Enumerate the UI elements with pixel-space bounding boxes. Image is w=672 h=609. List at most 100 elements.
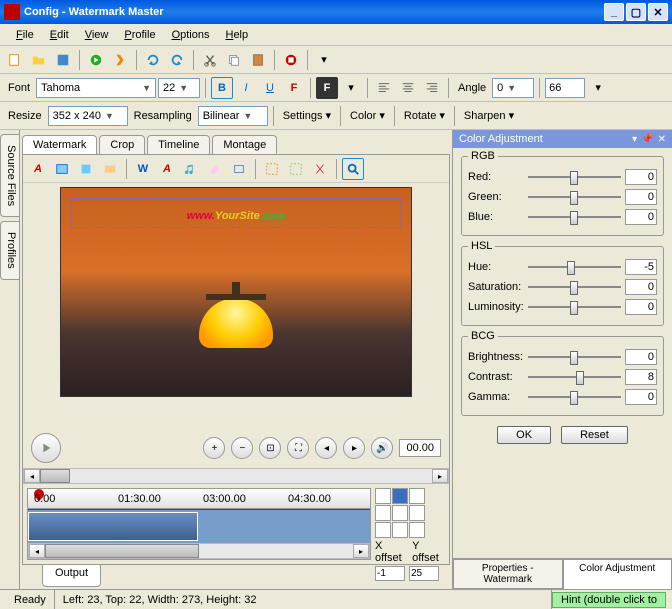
- align-tc[interactable]: [392, 488, 408, 504]
- minimize-button[interactable]: _: [604, 3, 624, 21]
- play-button[interactable]: [31, 433, 61, 463]
- play-icon[interactable]: [85, 49, 107, 71]
- menu-options[interactable]: Options: [164, 27, 218, 43]
- paste-icon[interactable]: [247, 49, 269, 71]
- timeline[interactable]: 0.00 01:30.00 03:00.00 04:30.00 ◂▸: [27, 488, 371, 560]
- tab-crop[interactable]: Crop: [99, 135, 145, 154]
- brightness-value[interactable]: 0: [625, 349, 657, 365]
- align-right-icon[interactable]: [421, 77, 443, 99]
- seek-right-icon[interactable]: ▸: [432, 469, 448, 483]
- watermark-selection[interactable]: www.YourSite.com: [71, 198, 401, 228]
- saturation-slider[interactable]: [528, 279, 621, 295]
- cut-icon[interactable]: [199, 49, 221, 71]
- align-mc[interactable]: [392, 505, 408, 521]
- convert-icon[interactable]: [109, 49, 131, 71]
- tab-output[interactable]: Output: [42, 565, 101, 587]
- align-bl[interactable]: [375, 522, 391, 538]
- rect-icon[interactable]: [228, 158, 250, 180]
- align-tl[interactable]: [375, 488, 391, 504]
- save-icon[interactable]: [52, 49, 74, 71]
- shadow-button[interactable]: F: [316, 77, 338, 99]
- new-icon[interactable]: [4, 49, 26, 71]
- rotate-menu[interactable]: Rotate ▾: [404, 109, 445, 122]
- panel-menu-icon[interactable]: ▾: [632, 134, 637, 145]
- italic-button[interactable]: I: [235, 77, 257, 99]
- image-watermark-icon[interactable]: [51, 158, 73, 180]
- opacity-arrow[interactable]: ▾: [587, 77, 609, 99]
- opacity-value[interactable]: 66: [545, 78, 585, 98]
- align-mr[interactable]: [409, 505, 425, 521]
- copy-icon[interactable]: [223, 49, 245, 71]
- align-br[interactable]: [409, 522, 425, 538]
- brightness-slider[interactable]: [528, 349, 621, 365]
- seek-left-icon[interactable]: ◂: [24, 469, 40, 483]
- saturation-value[interactable]: 0: [625, 279, 657, 295]
- timeline-scrollbar[interactable]: ◂▸: [28, 543, 370, 559]
- menu-file[interactable]: File: [8, 27, 42, 43]
- align-bc[interactable]: [392, 522, 408, 538]
- red-slider[interactable]: [528, 169, 621, 185]
- align-center-icon[interactable]: [397, 77, 419, 99]
- reset-button[interactable]: Reset: [561, 426, 628, 444]
- area-icon[interactable]: [285, 158, 307, 180]
- zoom-in-icon[interactable]: +: [203, 437, 225, 459]
- zoom-icon[interactable]: [342, 158, 364, 180]
- menu-view[interactable]: View: [77, 27, 117, 43]
- tab-watermark[interactable]: Watermark: [22, 135, 97, 154]
- font-color-button[interactable]: F: [283, 77, 305, 99]
- red-value[interactable]: 0: [625, 169, 657, 185]
- sharpen-menu[interactable]: Sharpen ▾: [464, 109, 514, 122]
- hue-slider[interactable]: [528, 259, 621, 275]
- shape-watermark-icon[interactable]: [75, 158, 97, 180]
- gamma-slider[interactable]: [528, 389, 621, 405]
- wm-tool-icon[interactable]: W: [132, 158, 154, 180]
- preview-canvas[interactable]: www.YourSite.com: [23, 183, 449, 428]
- underline-button[interactable]: U: [259, 77, 281, 99]
- contrast-slider[interactable]: [528, 369, 621, 385]
- settings-menu[interactable]: Settings ▾: [283, 109, 331, 122]
- angle-combo[interactable]: 0▼: [492, 78, 534, 98]
- sidetab-source-files[interactable]: Source Files: [0, 134, 19, 217]
- audio-icon[interactable]: [180, 158, 202, 180]
- dropdown-icon[interactable]: ▾: [313, 49, 335, 71]
- green-slider[interactable]: [528, 189, 621, 205]
- luminosity-value[interactable]: 0: [625, 299, 657, 315]
- luminosity-slider[interactable]: [528, 299, 621, 315]
- hue-value[interactable]: -5: [625, 259, 657, 275]
- zoom-out-icon[interactable]: −: [231, 437, 253, 459]
- next-frame-icon[interactable]: ▸: [343, 437, 365, 459]
- animation-icon[interactable]: [99, 158, 121, 180]
- menu-profile[interactable]: Profile: [116, 27, 163, 43]
- stop-icon[interactable]: [280, 49, 302, 71]
- resampling-combo[interactable]: Bilinear▼: [198, 106, 268, 126]
- blue-slider[interactable]: [528, 209, 621, 225]
- gamma-value[interactable]: 0: [625, 389, 657, 405]
- undo-icon[interactable]: [142, 49, 164, 71]
- close-button[interactable]: ✕: [648, 3, 668, 21]
- panel-close-icon[interactable]: ✕: [658, 134, 666, 145]
- color-menu[interactable]: Color ▾: [350, 109, 385, 122]
- contrast-value[interactable]: 8: [625, 369, 657, 385]
- blue-value[interactable]: 0: [625, 209, 657, 225]
- cut-clip-icon[interactable]: [309, 158, 331, 180]
- seek-bar[interactable]: ◂ ▸: [23, 468, 449, 484]
- timeline-track[interactable]: [28, 509, 370, 543]
- align-ml[interactable]: [375, 505, 391, 521]
- redo-icon[interactable]: [166, 49, 188, 71]
- status-hint[interactable]: Hint (double click to: [552, 592, 666, 608]
- sidetab-profiles[interactable]: Profiles: [0, 221, 19, 280]
- fullscreen-icon[interactable]: ⛶: [287, 437, 309, 459]
- menu-help[interactable]: Help: [217, 27, 256, 43]
- align-tr[interactable]: [409, 488, 425, 504]
- panel-tab-properties[interactable]: Properties - Watermark: [453, 559, 563, 589]
- ok-button[interactable]: OK: [497, 426, 551, 444]
- volume-icon[interactable]: 🔊: [371, 437, 393, 459]
- green-value[interactable]: 0: [625, 189, 657, 205]
- font-size-combo[interactable]: 22▼: [158, 78, 200, 98]
- align-left-icon[interactable]: [373, 77, 395, 99]
- prev-frame-icon[interactable]: ◂: [315, 437, 337, 459]
- text-style-icon[interactable]: A: [156, 158, 178, 180]
- font-family-combo[interactable]: Tahoma▼: [36, 78, 156, 98]
- effect-arrow[interactable]: ▾: [340, 77, 362, 99]
- fit-icon[interactable]: ⊡: [259, 437, 281, 459]
